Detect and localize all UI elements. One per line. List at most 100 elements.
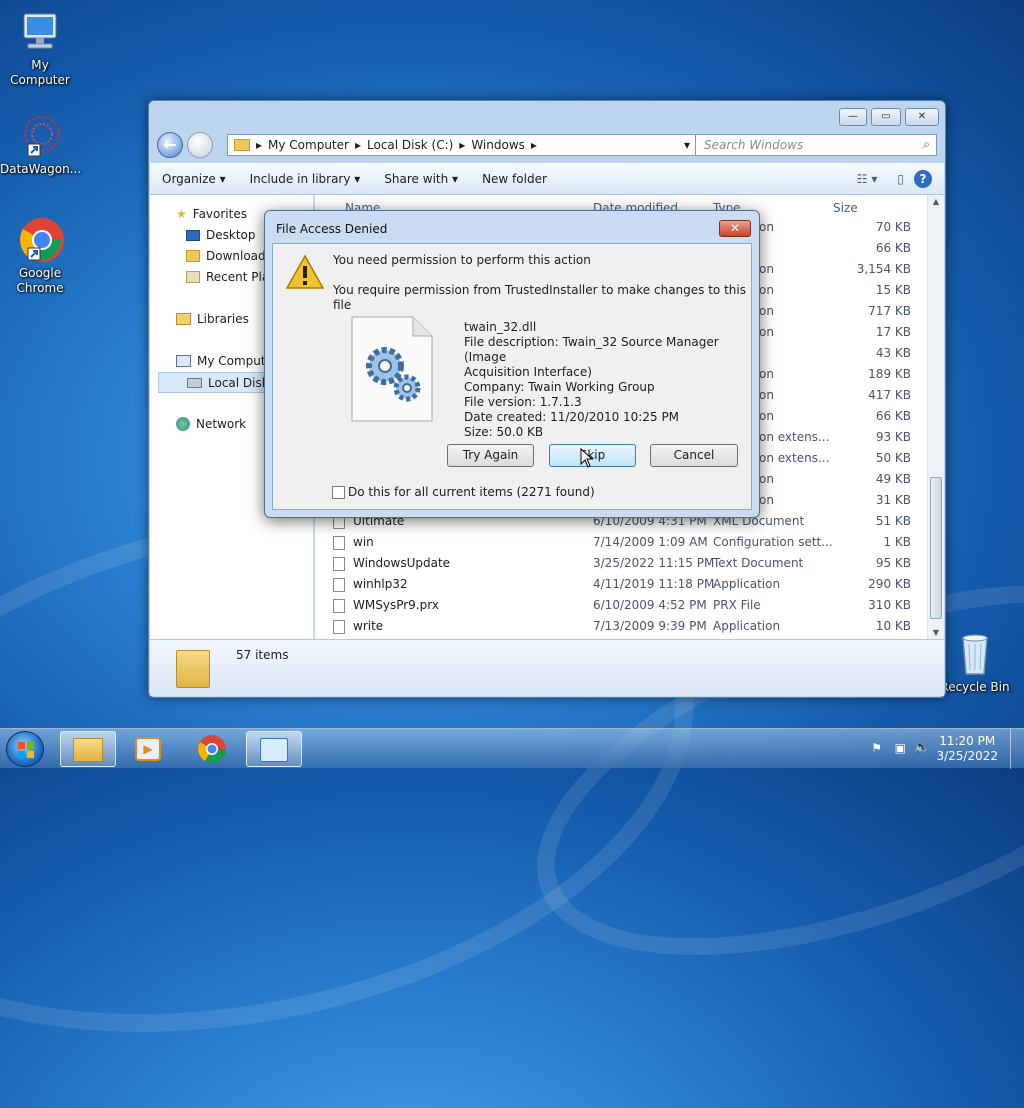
media-player-icon: ▶: [135, 737, 161, 761]
taskbar-explorer-button[interactable]: [60, 731, 116, 767]
new-folder-button[interactable]: New folder: [470, 172, 559, 186]
desktop-icon-my-computer[interactable]: My Computer: [0, 8, 80, 88]
large-folder-icon: [176, 650, 210, 688]
apply-all-checkbox[interactable]: [332, 486, 345, 499]
desktop-icon-recycle-bin[interactable]: Recycle Bin: [935, 630, 1015, 695]
views-icon[interactable]: ☷ ▾: [847, 172, 888, 186]
breadcrumb-separator: ▸: [530, 138, 537, 152]
file-size: 49 KB: [875, 472, 911, 486]
file-type: on: [759, 409, 774, 423]
file-type: on: [759, 367, 774, 381]
file-size: 310 KB: [868, 598, 911, 612]
dialog-close-button[interactable]: ✕: [719, 220, 751, 237]
breadcrumb-separator: ▸: [459, 138, 466, 152]
vertical-scrollbar[interactable]: ▲ ▼: [927, 195, 944, 639]
desktop-icon-chrome[interactable]: Google Chrome: [0, 216, 80, 296]
organize-label: Organize: [162, 172, 216, 186]
minimize-button[interactable]: —: [839, 108, 867, 126]
apply-all-label: Do this for all current items (2271 foun…: [348, 485, 595, 499]
chrome-icon: [198, 735, 226, 763]
breadcrumb-my-computer[interactable]: My Computer: [268, 138, 349, 152]
nav-network[interactable]: Network: [176, 417, 246, 431]
file-type: Application: [713, 619, 781, 633]
dialog-subheading: You require permission from TrustedInsta…: [333, 283, 746, 312]
file-icon: [333, 578, 345, 592]
column-header-size[interactable]: Size: [833, 201, 858, 215]
maximize-button[interactable]: ▭: [871, 108, 901, 126]
desktop-icon: [186, 229, 200, 241]
help-icon[interactable]: ?: [914, 170, 932, 188]
file-name: win: [353, 535, 374, 549]
breadcrumb-windows[interactable]: Windows: [471, 138, 525, 152]
file-type: Text Document: [713, 556, 804, 570]
action-center-icon[interactable]: ⚑: [871, 741, 882, 755]
table-row[interactable]: WindowsUpdate 3/25/2022 11:15 PM Text Docu…: [315, 553, 927, 574]
file-size: 717 KB: [868, 304, 911, 318]
folder-icon: [73, 738, 103, 762]
forward-button[interactable]: [187, 132, 213, 158]
start-button[interactable]: [6, 731, 44, 767]
volume-icon[interactable]: 🔈: [914, 740, 930, 755]
table-row[interactable]: winhlp32 4/11/2019 11:18 PM Application 290…: [315, 574, 927, 595]
organize-menu[interactable]: Organize ▾: [150, 172, 238, 186]
computer-icon: [16, 8, 64, 56]
table-row[interactable]: WMSysPr9.prx 6/10/2009 4:52 PM PRX File 310…: [315, 595, 927, 616]
dialog-title: File Access Denied: [276, 222, 388, 236]
desktop-icon-label: Google Chrome: [16, 266, 64, 295]
nav-my-computer[interactable]: My Compute: [176, 354, 273, 368]
taskbar-chrome-button[interactable]: [184, 731, 240, 767]
file-icon: [333, 536, 345, 550]
mouse-cursor-icon: [580, 447, 594, 471]
scroll-down-arrow[interactable]: ▼: [928, 628, 944, 637]
scroll-up-arrow[interactable]: ▲: [928, 197, 944, 206]
breadcrumb-separator: ▸: [354, 138, 361, 152]
search-icon: ⌕: [923, 137, 930, 151]
star-icon: ★: [176, 207, 187, 221]
try-again-button[interactable]: Try Again: [447, 444, 534, 467]
nav-desktop[interactable]: Desktop: [186, 228, 256, 242]
network-tray-icon[interactable]: ▣: [895, 741, 906, 755]
file-version: File version: 1.7.1.3: [464, 395, 582, 409]
clock-date: 3/25/2022: [936, 749, 998, 763]
file-size: 70 KB: [875, 220, 911, 234]
share-with-label: Share with: [384, 172, 449, 186]
nav-label: Favorites: [192, 207, 247, 221]
preview-pane-icon[interactable]: ▯: [887, 172, 914, 186]
scroll-thumb[interactable]: [930, 477, 942, 619]
nav-favorites[interactable]: ★ Favorites: [176, 207, 247, 221]
taskbar-media-player-button[interactable]: ▶: [120, 731, 176, 767]
file-name: WMSysPr9.prx: [353, 598, 439, 612]
file-icon: [333, 599, 345, 613]
clock[interactable]: 11:20 PM 3/25/2022: [936, 734, 998, 764]
search-placeholder: Search Windows: [704, 138, 804, 152]
nav-downloads[interactable]: Downloads: [186, 249, 272, 263]
file-date: 7/14/2009 1:09 AM: [593, 535, 708, 549]
desktop-icon-datawagon[interactable]: DataWagon...: [0, 112, 81, 177]
show-desktop-button[interactable]: [1010, 729, 1024, 769]
cancel-button[interactable]: Cancel: [650, 444, 738, 467]
breadcrumb-local-disk[interactable]: Local Disk (C:): [367, 138, 453, 152]
nav-libraries[interactable]: Libraries: [176, 312, 249, 326]
desktop-icon-label: Recycle Bin: [940, 680, 1010, 694]
search-input[interactable]: Search Windows ⌕: [695, 134, 937, 156]
file-size: 66 KB: [875, 409, 911, 423]
back-button[interactable]: ←: [157, 132, 183, 158]
table-row[interactable]: write 7/13/2009 9:39 PM Application 10 KB: [315, 616, 927, 637]
address-bar[interactable]: ▸ My Computer ▸ Local Disk (C:) ▸ Window…: [227, 134, 697, 156]
file-type: Application: [713, 577, 781, 591]
file-date: 6/10/2009 4:52 PM: [593, 598, 707, 612]
share-with-menu[interactable]: Share with ▾: [372, 172, 470, 186]
taskbar-control-panel-button[interactable]: [246, 731, 302, 767]
file-type: on: [759, 472, 774, 486]
close-button[interactable]: ✕: [905, 108, 939, 126]
table-row[interactable]: win 7/14/2009 1:09 AM Configuration sett..…: [315, 532, 927, 553]
nav-label: Desktop: [206, 228, 256, 242]
include-library-menu[interactable]: Include in library ▾: [238, 172, 373, 186]
breadcrumb-separator: ▸: [256, 138, 263, 152]
file-size: 1 KB: [883, 535, 911, 549]
nav-label: Libraries: [197, 312, 249, 326]
nav-recent-places[interactable]: Recent Plac: [186, 270, 276, 284]
control-panel-icon: [260, 738, 288, 762]
file-size: 50 KB: [875, 451, 911, 465]
file-icon: [333, 620, 345, 634]
